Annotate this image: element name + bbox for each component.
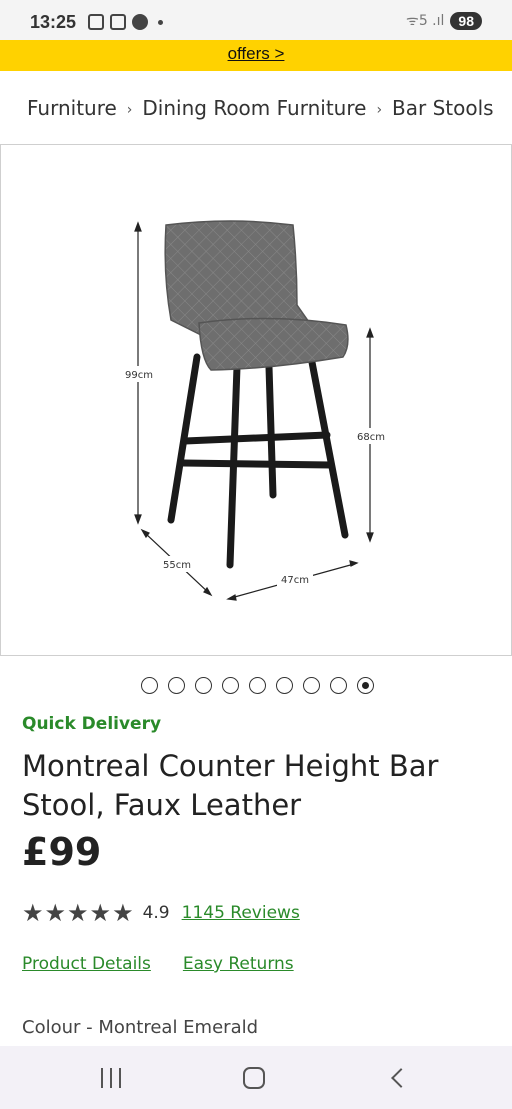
- signal-icon: ᯤ5 .ıl: [406, 13, 445, 29]
- product-title: Montreal Counter Height Bar Stool, Faux …: [22, 749, 439, 822]
- easy-returns-link[interactable]: Easy Returns: [183, 954, 294, 974]
- back-icon[interactable]: [383, 1064, 413, 1092]
- carousel-dot[interactable]: [141, 677, 158, 694]
- news-icon: [132, 14, 148, 30]
- breadcrumb-dining-room-furniture[interactable]: Dining Room Furniture: [142, 96, 366, 120]
- stool-seat: [198, 317, 349, 371]
- breadcrumb: Furniture › Dining Room Furniture › Bar …: [27, 96, 512, 120]
- carousel-dot[interactable]: [303, 677, 320, 694]
- carousel-dot[interactable]: [276, 677, 293, 694]
- carousel-dot[interactable]: [249, 677, 266, 694]
- info-links: Product Details Easy Returns: [22, 954, 294, 974]
- breadcrumb-separator-icon: ›: [376, 102, 383, 118]
- reviews-link[interactable]: 1145 Reviews: [182, 903, 300, 923]
- carousel-dot[interactable]: [357, 677, 374, 694]
- carousel-dot[interactable]: [330, 677, 347, 694]
- screenshot-icon: [88, 14, 104, 30]
- star-rating-icon: ★★★★★: [22, 899, 135, 927]
- bar-stool-illustration: 99cm 68cm 55cm 47cm: [117, 220, 389, 601]
- carousel-dots: [141, 677, 374, 694]
- rating-row: ★★★★★ 4.9 1145 Reviews: [22, 899, 300, 927]
- dimension-seat-height-label: 68cm: [357, 432, 385, 443]
- carousel-dot[interactable]: [222, 677, 239, 694]
- home-icon[interactable]: [239, 1064, 269, 1092]
- carousel-dot[interactable]: [168, 677, 185, 694]
- carousel-dot[interactable]: [195, 677, 212, 694]
- breadcrumb-bar-stools[interactable]: Bar Stools: [392, 96, 494, 120]
- breadcrumb-furniture[interactable]: Furniture: [27, 96, 117, 120]
- breadcrumb-separator-icon: ›: [126, 102, 133, 118]
- dimension-width-label: 47cm: [281, 575, 309, 586]
- promo-banner: offers >: [0, 40, 512, 71]
- colour-label: Colour - Montreal Emerald: [22, 1017, 259, 1038]
- product-details-link[interactable]: Product Details: [22, 954, 151, 974]
- stool-backrest: [164, 220, 313, 336]
- dimension-depth-label: 55cm: [163, 560, 191, 571]
- status-time: 13:25: [30, 12, 77, 32]
- system-nav-bar: [0, 1046, 512, 1109]
- notification-icons: [88, 14, 163, 30]
- status-bar: 13:25 ᯤ5 .ıl 98: [0, 0, 512, 42]
- stool-legs: [167, 353, 349, 569]
- more-notifications-icon: [158, 19, 163, 25]
- product-image[interactable]: 99cm 68cm 55cm 47cm: [0, 144, 512, 656]
- product-price: £99: [22, 830, 102, 874]
- rating-value: 4.9: [142, 903, 170, 923]
- quick-delivery-badge: Quick Delivery: [22, 714, 162, 734]
- offers-link[interactable]: offers >: [228, 44, 285, 64]
- sim-icon: [110, 14, 126, 30]
- recents-icon[interactable]: [96, 1064, 126, 1092]
- dimension-height-label: 99cm: [125, 370, 153, 381]
- battery-indicator: 98: [450, 11, 482, 30]
